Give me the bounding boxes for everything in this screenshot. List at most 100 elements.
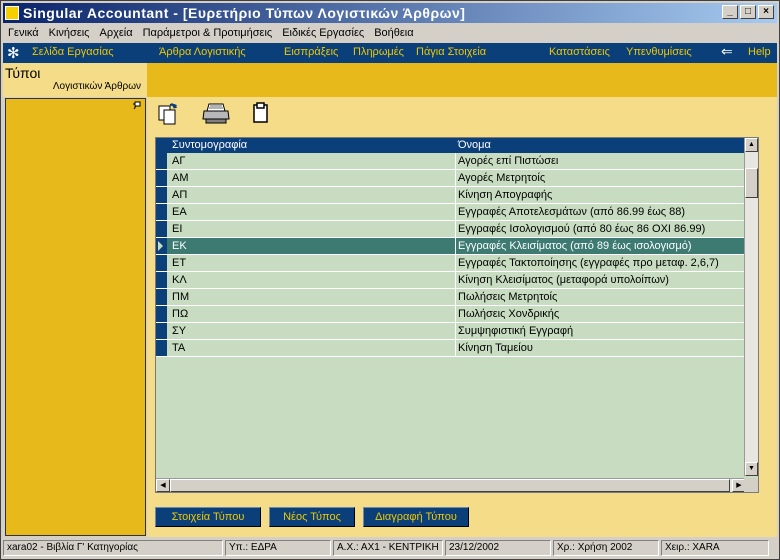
scroll-up-arrow-icon[interactable]: ▲	[745, 138, 758, 152]
nav-receipts[interactable]: Εισπράξεις	[284, 46, 338, 58]
column-header-name[interactable]: Όνομα	[458, 139, 491, 151]
row-code: ΕΙ	[172, 223, 183, 235]
status-company: xara02 - Βιβλία Γ' Κατηγορίας	[3, 540, 223, 556]
type-details-button[interactable]: Στοιχεία Τύπου	[155, 507, 261, 527]
table-row[interactable]: ΚΛ Κίνηση Κλεισίματος (μεταφορά υπολοίπων…	[156, 272, 748, 289]
scrollbar-corner	[744, 478, 758, 492]
table-row[interactable]: ΠΜ Πωλήσεις Μετρητοίς	[156, 289, 748, 306]
close-button[interactable]: ×	[758, 5, 774, 19]
horizontal-scroll-thumb[interactable]	[170, 479, 730, 492]
left-pane-subtitle: Λογιστικών Άρθρων	[52, 81, 141, 92]
application-window: Singular Accountant - [Ευρετήριο Τύπων Λ…	[0, 0, 780, 560]
row-code: ΕΤ	[172, 257, 187, 269]
row-indicator	[156, 323, 167, 339]
row-code: ΑΠ	[172, 189, 188, 201]
current-row-arrow-icon	[158, 241, 163, 251]
row-indicator	[156, 340, 167, 356]
app-icon	[5, 6, 19, 20]
nav-fixed-assets[interactable]: Πάγια Στοιχεία	[416, 46, 486, 58]
vertical-scroll-thumb[interactable]	[745, 168, 758, 198]
row-indicator	[156, 255, 167, 271]
status-warehouse: Α.Χ.: ΑΧ1 - ΚΕΝΤΡΙΚΗ	[333, 540, 443, 556]
row-name: Κίνηση Απογραφής	[458, 189, 553, 201]
row-indicator	[156, 221, 167, 237]
row-indicator	[156, 187, 167, 203]
nav-reminders[interactable]: Υπενθυμίσεις	[626, 46, 692, 58]
status-user: Χειρ.: XARA	[661, 540, 769, 556]
maximize-button[interactable]: □	[740, 5, 756, 19]
row-name: Εγγραφές Κλεισίματος (από 89 έως ισολογι…	[458, 240, 692, 252]
row-name: Αγορές επί Πιστώσει	[458, 155, 559, 167]
row-name: Συμψηφιστική Εγγραφή	[458, 325, 574, 337]
scroll-down-arrow-icon[interactable]: ▼	[745, 462, 758, 476]
back-arrow-icon[interactable]: ⇐	[721, 43, 733, 60]
menu-files[interactable]: Αρχεία	[94, 27, 137, 39]
clipboard-icon[interactable]	[249, 101, 273, 127]
row-indicator	[156, 204, 167, 220]
nav-accounting-entries[interactable]: Άρθρα Λογιστικής	[159, 46, 246, 58]
row-code: ΑΜ	[172, 172, 189, 184]
row-code: ΕΑ	[172, 206, 187, 218]
nav-reports[interactable]: Καταστάσεις	[549, 46, 610, 58]
horizontal-scrollbar[interactable]: ◀ ▶	[156, 478, 746, 492]
row-code: ΤΑ	[172, 342, 186, 354]
row-code: ΠΩ	[172, 308, 189, 320]
table-row[interactable]: ΠΩ Πωλήσεις Χονδρικής	[156, 306, 748, 323]
menu-help[interactable]: Βοήθεια	[369, 27, 418, 39]
table-row[interactable]: ΑΠ Κίνηση Απογραφής	[156, 187, 748, 204]
row-code: ΕΚ	[172, 240, 187, 252]
left-pane-header: Τύποι Λογιστικών Άρθρων	[3, 63, 147, 97]
row-name: Αγορές Μετρητοίς	[458, 172, 546, 184]
content-header-strip	[147, 63, 777, 97]
table-row[interactable]: ΕΙ Εγγραφές Ισολογισμού (από 80 έως 86 ΟΧ…	[156, 221, 748, 238]
new-document-icon[interactable]	[157, 101, 181, 127]
row-indicator	[156, 153, 167, 169]
minimize-button[interactable]: _	[722, 5, 738, 19]
nav-help[interactable]: Help	[748, 46, 771, 58]
row-name: Πωλήσεις Μετρητοίς	[458, 291, 558, 303]
table-row[interactable]: ΕΑ Εγγραφές Αποτελεσμάτων (από 86.99 έως …	[156, 204, 748, 221]
row-code: ΠΜ	[172, 291, 190, 303]
table-row[interactable]: ΑΓ Αγορές επί Πιστώσει	[156, 153, 748, 170]
vertical-scrollbar[interactable]: ▲ ▼	[744, 138, 758, 476]
menu-bar: Γενικά Κινήσεις Αρχεία Παράμετροι & Προτ…	[3, 24, 777, 42]
status-fiscal-year: Χρ.: Χρήση 2002	[553, 540, 659, 556]
menu-transactions[interactable]: Κινήσεις	[44, 27, 95, 39]
table-row[interactable]: ΣΥ Συμψηφιστική Εγγραφή	[156, 323, 748, 340]
window-title: Singular Accountant - [Ευρετήριο Τύπων Λ…	[23, 5, 466, 21]
row-name: Κίνηση Κλεισίματος (μεταφορά υπολοίπων)	[458, 274, 669, 286]
table-row[interactable]: ΤΑ Κίνηση Ταμείου	[156, 340, 748, 357]
row-name: Πωλήσεις Χονδρικής	[458, 308, 560, 320]
menu-general[interactable]: Γενικά	[3, 27, 44, 39]
delete-type-button[interactable]: Διαγραφή Τύπου	[363, 507, 469, 527]
pin-icon[interactable]	[132, 101, 142, 110]
row-name: Εγγραφές Αποτελεσμάτων (από 86.99 έως 88…	[458, 206, 686, 218]
navigation-bar: ✻ Σελίδα Εργασίας Άρθρα Λογιστικής Εισπρ…	[3, 43, 777, 63]
title-bar[interactable]: Singular Accountant - [Ευρετήριο Τύπων Λ…	[3, 3, 777, 23]
row-indicator	[156, 289, 167, 305]
left-pane	[5, 98, 146, 536]
row-indicator	[156, 170, 167, 186]
print-icon[interactable]	[201, 101, 231, 127]
table-row[interactable]: ΕΤ Εγγραφές Τακτοποίησης (εγγραφές προ με…	[156, 255, 748, 272]
nav-work-page[interactable]: Σελίδα Εργασίας	[32, 46, 114, 58]
table-row-selected[interactable]: ΕΚ Εγγραφές Κλεισίματος (από 89 έως ισολο…	[156, 238, 748, 255]
row-code: ΑΓ	[172, 155, 186, 167]
scroll-left-arrow-icon[interactable]: ◀	[156, 479, 170, 492]
snowflake-icon: ✻	[7, 45, 20, 62]
left-pane-title: Τύποι	[5, 65, 41, 81]
grid-header: Συντομογραφία Όνομα	[156, 138, 748, 153]
types-grid: Συντομογραφία Όνομα ΑΓ Αγορές επί Πιστώσε…	[155, 137, 759, 493]
row-indicator	[156, 306, 167, 322]
row-indicator	[156, 238, 167, 254]
new-type-button[interactable]: Νέος Τύπος	[269, 507, 355, 527]
window-controls: _ □ ×	[722, 5, 774, 19]
row-indicator	[156, 272, 167, 288]
status-branch: Υπ.: ΕΔΡΑ	[225, 540, 331, 556]
menu-special-tasks[interactable]: Ειδικές Εργασίες	[277, 27, 369, 39]
column-header-code[interactable]: Συντομογραφία	[172, 139, 247, 151]
menu-parameters[interactable]: Παράμετροι & Προτιμήσεις	[138, 27, 278, 39]
nav-payments[interactable]: Πληρωμές	[353, 46, 404, 58]
table-row[interactable]: ΑΜ Αγορές Μετρητοίς	[156, 170, 748, 187]
row-name: Κίνηση Ταμείου	[458, 342, 533, 354]
